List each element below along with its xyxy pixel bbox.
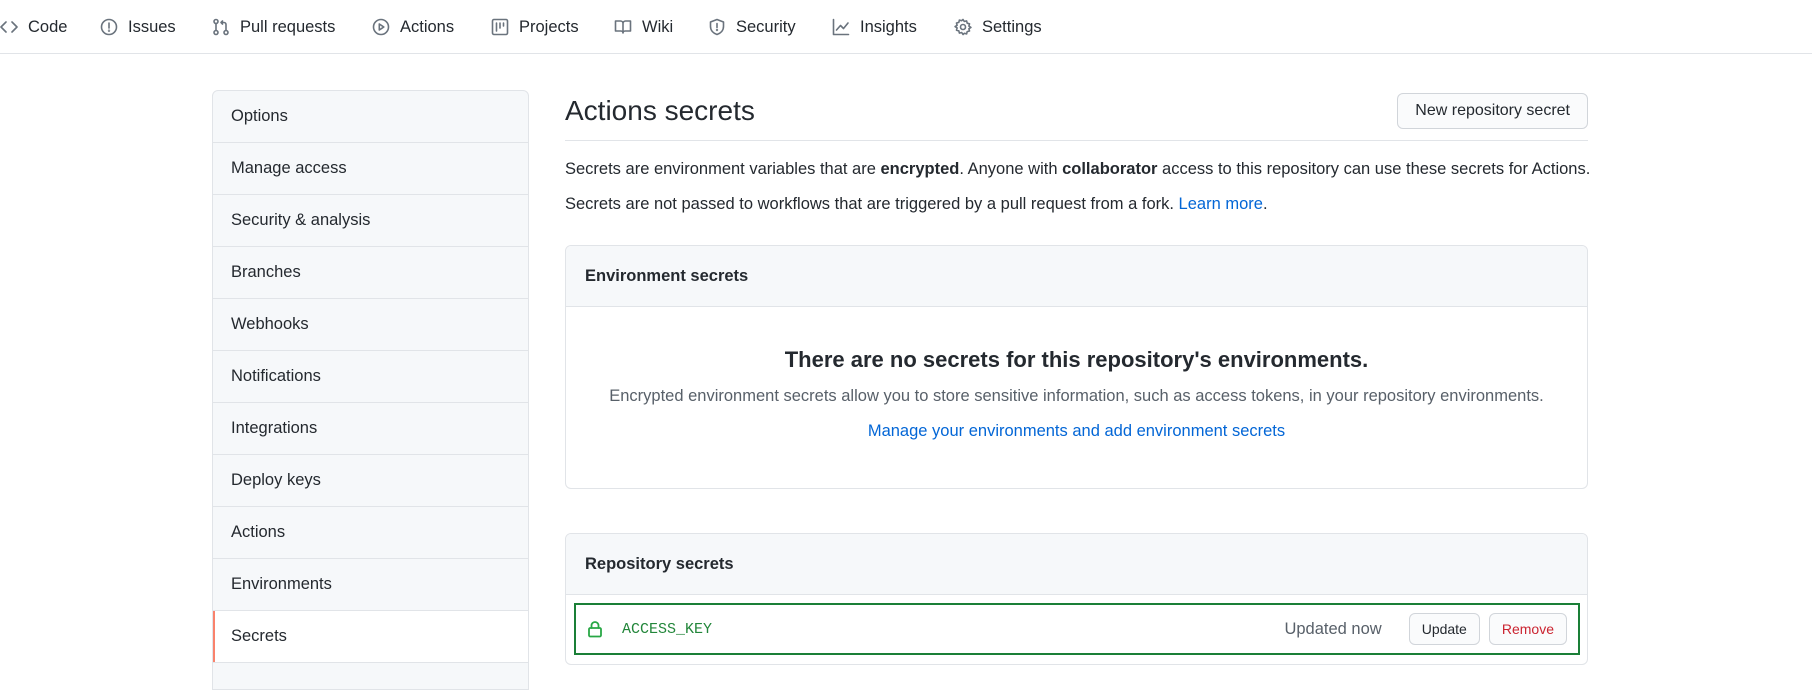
sidebar-item-manage-access[interactable]: Manage access bbox=[213, 143, 528, 195]
tab-label: Projects bbox=[519, 17, 579, 36]
blankslate-title: There are no secrets for this repository… bbox=[784, 347, 1369, 372]
sidebar-item-label: Webhooks bbox=[231, 315, 309, 333]
desc-bold-encrypted: encrypted bbox=[880, 160, 960, 178]
tab-pull-requests[interactable]: Pull requests bbox=[212, 0, 335, 54]
tab-label: Code bbox=[28, 17, 68, 36]
remove-secret-button[interactable]: Remove bbox=[1488, 613, 1567, 645]
tab-label: Settings bbox=[982, 17, 1042, 36]
sidebar-item-label: Secrets bbox=[231, 627, 287, 645]
graph-icon bbox=[832, 18, 850, 36]
shield-icon bbox=[709, 18, 725, 36]
sidebar-item-label: Actions bbox=[231, 523, 286, 541]
sidebar-item-label: Branches bbox=[231, 263, 301, 281]
book-icon bbox=[614, 20, 632, 34]
environment-secrets-header: Environment secrets bbox=[566, 246, 1587, 307]
secret-name: ACCESS_KEY bbox=[622, 620, 713, 638]
tab-settings[interactable]: Settings bbox=[954, 0, 1042, 54]
tab-label: Security bbox=[736, 17, 796, 36]
sidebar-item-webhooks[interactable]: Webhooks bbox=[213, 299, 528, 351]
sidebar-item-branches[interactable]: Branches bbox=[213, 247, 528, 299]
update-secret-button[interactable]: Update bbox=[1408, 613, 1480, 645]
sidebar-item-integrations[interactable]: Integrations bbox=[213, 403, 528, 455]
learn-more-link[interactable]: Learn more bbox=[1179, 195, 1263, 213]
tab-projects[interactable]: Projects bbox=[491, 0, 579, 54]
sidebar-item-deploy-keys[interactable]: Deploy keys bbox=[213, 455, 528, 507]
issue-icon bbox=[100, 18, 118, 36]
blankslate-text: Encrypted environment secrets allow you … bbox=[609, 387, 1544, 405]
secret-updated: Updated now bbox=[1284, 619, 1382, 638]
sidebar-item-options[interactable]: Options bbox=[213, 91, 528, 143]
page-title: Actions secrets bbox=[565, 95, 755, 126]
desc-bold-collaborator: collaborator bbox=[1062, 160, 1158, 178]
sidebar-item-label: Manage access bbox=[231, 159, 347, 177]
desc-text: access to this repository can use these … bbox=[1157, 160, 1591, 178]
environment-secrets-blankslate: There are no secrets for this repository… bbox=[566, 347, 1587, 441]
gear-icon bbox=[954, 18, 972, 36]
fork-note: Secrets are not passed to workflows that… bbox=[565, 195, 1268, 214]
tab-issues[interactable]: Issues bbox=[100, 0, 176, 54]
tab-actions[interactable]: Actions bbox=[372, 0, 454, 54]
tab-label: Actions bbox=[400, 17, 455, 36]
sidebar-item-security-analysis[interactable]: Security & analysis bbox=[213, 195, 528, 247]
repo-nav: Code Issues Pull requests Actions Projec… bbox=[0, 0, 1812, 54]
sidebar-item-secrets[interactable]: Secrets bbox=[213, 611, 528, 663]
pull-request-icon bbox=[213, 18, 229, 36]
tab-insights[interactable]: Insights bbox=[832, 0, 917, 54]
fork-note-end: . bbox=[1262, 195, 1268, 213]
settings-sidebar: Options Manage access Security & analysi… bbox=[212, 90, 529, 690]
secret-row: ACCESS_KEY Updated now Update Remove bbox=[574, 603, 1580, 655]
fork-note-text: Secrets are not passed to workflows that… bbox=[565, 195, 1179, 213]
manage-environments-link[interactable]: Manage your environments and add environ… bbox=[868, 422, 1285, 441]
secrets-description: Secrets are environment variables that a… bbox=[565, 160, 1590, 179]
tab-label: Wiki bbox=[642, 17, 674, 36]
tab-label: Pull requests bbox=[240, 17, 336, 36]
desc-text: . Anyone with bbox=[959, 160, 1063, 178]
sidebar-item-more[interactable] bbox=[213, 663, 528, 689]
sidebar-item-notifications[interactable]: Notifications bbox=[213, 351, 528, 403]
sidebar-item-label: Notifications bbox=[231, 367, 321, 385]
tab-wiki[interactable]: Wiki bbox=[614, 0, 673, 54]
sidebar-item-actions[interactable]: Actions bbox=[213, 507, 528, 559]
sidebar-item-label: Environments bbox=[231, 575, 332, 593]
sidebar-item-label: Integrations bbox=[231, 419, 318, 437]
play-icon bbox=[372, 18, 390, 36]
environment-secrets-box: Environment secrets There are no secrets… bbox=[565, 245, 1588, 489]
title-divider bbox=[565, 140, 1588, 141]
repository-secrets-header: Repository secrets bbox=[566, 534, 1587, 595]
code-icon bbox=[0, 21, 18, 33]
desc-text: Secrets are environment variables that a… bbox=[565, 160, 881, 178]
tab-security[interactable]: Security bbox=[708, 0, 796, 54]
sidebar-item-environments[interactable]: Environments bbox=[213, 559, 528, 611]
project-icon bbox=[491, 18, 509, 36]
repository-secrets-box: Repository secrets ACCESS_KEY Updated no… bbox=[565, 533, 1588, 665]
tab-label: Issues bbox=[128, 17, 176, 36]
tab-label: Insights bbox=[860, 17, 917, 36]
new-repository-secret-button[interactable]: New repository secret bbox=[1397, 93, 1588, 129]
sidebar-item-label: Deploy keys bbox=[231, 471, 321, 489]
lock-icon bbox=[586, 620, 604, 638]
tab-code[interactable]: Code bbox=[0, 0, 67, 54]
sidebar-item-label: Security & analysis bbox=[231, 211, 371, 229]
sidebar-item-label: Options bbox=[231, 107, 288, 125]
